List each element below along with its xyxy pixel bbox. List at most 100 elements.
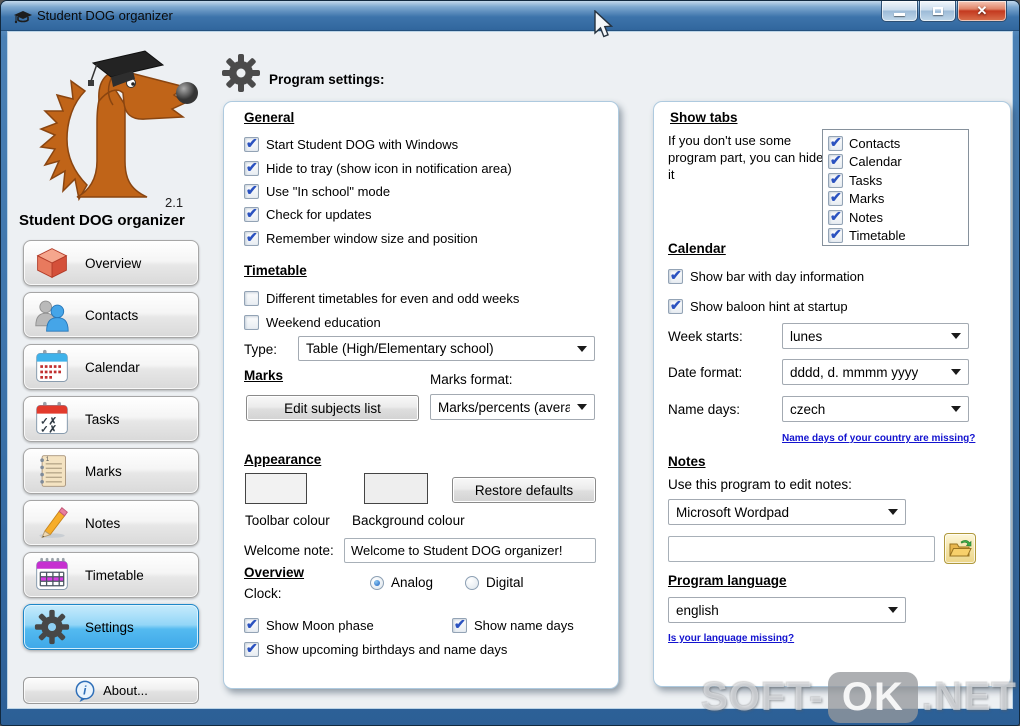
minimize-button[interactable] (881, 1, 918, 22)
sidebar-item-label: Contacts (85, 307, 139, 323)
date-format-select[interactable]: dddd, d. mmmm yyyy (782, 359, 969, 385)
tab-item-timetable[interactable]: Timetable (828, 226, 963, 246)
chevron-down-icon (577, 404, 587, 410)
app-version: 2.1 (165, 195, 184, 210)
checkbox[interactable] (668, 267, 683, 284)
checkbox[interactable] (828, 152, 843, 170)
tasks-icon: ✓✗ ✓✗ (32, 399, 72, 439)
notes-editor-select[interactable]: Microsoft Wordpad (668, 499, 906, 525)
checkbox[interactable] (452, 616, 467, 633)
sidebar-item-label: Tasks (85, 411, 120, 427)
tab-item-calendar[interactable]: Calendar (828, 152, 963, 172)
checkbox[interactable] (244, 640, 259, 657)
tab-item-notes[interactable]: Notes (828, 208, 963, 227)
checkbox[interactable] (244, 205, 259, 222)
svg-text:1: 1 (46, 456, 50, 463)
checkbox-remember-window[interactable]: Remember window size and position (244, 229, 478, 247)
checkbox[interactable] (244, 290, 259, 306)
checkbox-in-school-mode[interactable]: Use "In school" mode (244, 182, 390, 200)
checkbox[interactable] (828, 134, 843, 151)
checkbox[interactable] (244, 135, 259, 152)
checkbox[interactable] (828, 171, 843, 188)
chevron-down-icon (951, 406, 961, 412)
select-value: lunes (790, 328, 823, 344)
chevron-down-icon (951, 333, 961, 339)
checkbox-name-days[interactable]: Show name days (452, 616, 574, 634)
name-days-missing-link[interactable]: Name days of your country are missing? (782, 433, 975, 444)
notes-editor-path-input[interactable] (668, 536, 935, 562)
language-select[interactable]: english (668, 597, 906, 623)
checkbox-day-information-bar[interactable]: Show bar with day information (668, 267, 864, 285)
checkbox[interactable] (244, 182, 259, 199)
about-button[interactable]: i About... (23, 677, 199, 704)
checkbox[interactable] (244, 159, 259, 176)
tab-item-marks[interactable]: Marks (828, 189, 963, 209)
select-value: Microsoft Wordpad (676, 504, 790, 520)
radio-button[interactable] (465, 575, 479, 590)
marks-format-select[interactable]: Marks/percents (avera (430, 394, 595, 420)
checkbox-weekend-education[interactable]: Weekend education (244, 313, 381, 331)
sidebar-item-timetable[interactable]: Timetable (23, 552, 199, 598)
section-heading-appearance: Appearance (244, 452, 322, 467)
checkbox-label: Weekend education (266, 314, 381, 330)
checkbox[interactable] (828, 189, 843, 207)
sidebar-item-calendar[interactable]: Calendar (23, 344, 199, 390)
section-heading-calendar: Calendar (668, 241, 726, 256)
close-button[interactable]: ✕ (957, 1, 1007, 22)
section-heading-general: General (244, 110, 295, 125)
sidebar-item-contacts[interactable]: Contacts (23, 292, 199, 338)
radio-button[interactable] (370, 575, 384, 590)
sidebar-item-label: Settings (85, 619, 134, 635)
tab-item-tasks[interactable]: Tasks (828, 171, 963, 190)
checkbox[interactable] (244, 229, 259, 246)
section-heading-language: Program language (668, 573, 787, 588)
settings-panel-left: General Start Student DOG with Windows H… (223, 101, 619, 689)
week-starts-label: Week starts: (668, 329, 743, 344)
checkbox[interactable] (668, 297, 683, 314)
tab-label: Calendar (849, 154, 902, 170)
checkbox-upcoming-birthdays[interactable]: Show upcoming birthdays and name days (244, 640, 507, 658)
sidebar-item-settings[interactable]: Settings (23, 604, 199, 650)
checkbox-label: Remember window size and position (266, 230, 478, 246)
show-tabs-listbox[interactable]: Contacts Calendar Tasks Marks Notes (822, 129, 969, 246)
language-missing-link[interactable]: Is your language missing? (668, 633, 794, 644)
radio-analog[interactable]: Analog (370, 575, 433, 590)
checkbox[interactable] (244, 314, 259, 330)
toolbar-colour-swatch[interactable] (245, 473, 307, 504)
timetable-type-select[interactable]: Table (High/Elementary school) (298, 336, 595, 361)
checkbox[interactable] (828, 226, 843, 244)
checkbox-balloon-hint[interactable]: Show baloon hint at startup (668, 297, 848, 315)
week-starts-select[interactable]: lunes (782, 323, 969, 349)
dog-logo (38, 50, 198, 202)
checkbox-moon-phase[interactable]: Show Moon phase (244, 616, 374, 634)
sidebar-item-label: Notes (85, 515, 121, 531)
welcome-note-input[interactable] (344, 538, 596, 563)
checkbox-hide-to-tray[interactable]: Hide to tray (show icon in notification … (244, 159, 512, 177)
tab-item-contacts[interactable]: Contacts (828, 134, 963, 153)
checkbox-start-with-windows[interactable]: Start Student DOG with Windows (244, 135, 458, 153)
restore-defaults-button[interactable]: Restore defaults (452, 477, 596, 503)
sidebar-item-overview[interactable]: Overview (23, 240, 199, 286)
sidebar-item-notes[interactable]: Notes (23, 500, 199, 546)
settings-gear-icon (222, 54, 260, 92)
maximize-button[interactable] (919, 1, 956, 22)
name-days-select[interactable]: czech (782, 396, 969, 422)
app-window: Student DOG organizer ✕ 2.1 Student DOG … (0, 0, 1020, 726)
titlebar[interactable]: Student DOG organizer ✕ (1, 1, 1019, 31)
background-colour-swatch[interactable] (364, 473, 428, 504)
sidebar-item-marks[interactable]: 1 Marks (23, 448, 199, 494)
marks-format-label: Marks format: (430, 372, 513, 387)
browse-folder-button[interactable] (944, 533, 976, 564)
checkbox-check-updates[interactable]: Check for updates (244, 205, 372, 223)
radio-digital[interactable]: Digital (465, 575, 524, 590)
checkbox[interactable] (828, 208, 843, 225)
button-label: Edit subjects list (284, 400, 381, 416)
window-title: Student DOG organizer (37, 8, 173, 23)
sidebar-item-tasks[interactable]: ✓✗ ✓✗ Tasks (23, 396, 199, 442)
checkbox[interactable] (244, 616, 259, 633)
button-label: Restore defaults (474, 482, 574, 498)
checkbox-even-odd-weeks[interactable]: Different timetables for even and odd we… (244, 289, 519, 307)
edit-subjects-button[interactable]: Edit subjects list (246, 395, 419, 421)
welcome-note-label: Welcome note: (244, 543, 334, 558)
checkbox-label: Show Moon phase (266, 617, 374, 633)
